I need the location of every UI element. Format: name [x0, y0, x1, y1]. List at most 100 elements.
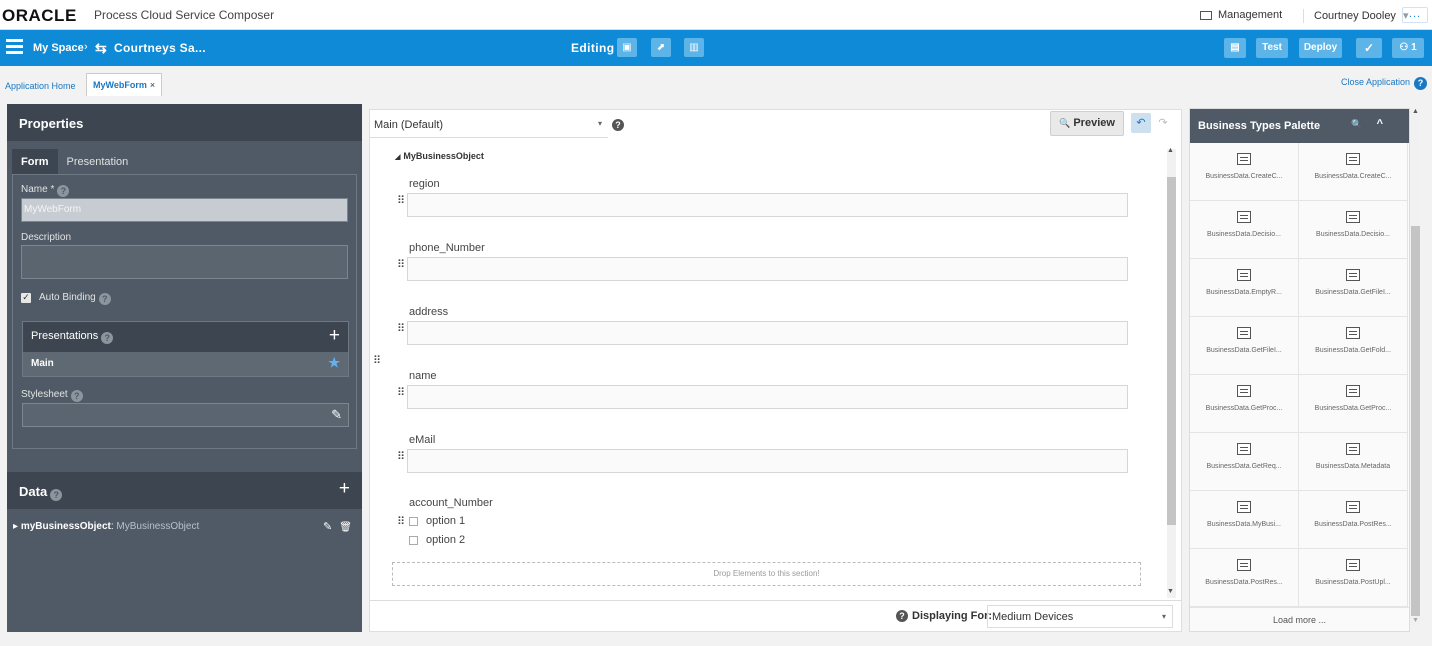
palette-item[interactable]: BusinessData.GetProc... — [1190, 375, 1299, 433]
tab-form[interactable]: Form — [12, 149, 58, 175]
stylesheet-field[interactable]: ✎ — [22, 403, 349, 427]
load-more-button[interactable]: Load more ... — [1190, 607, 1409, 631]
stylesheet-label: Stylesheet? — [21, 389, 83, 402]
management-link[interactable]: Management — [1200, 9, 1282, 21]
help-icon[interactable]: ? — [57, 185, 70, 197]
help-icon[interactable]: ? — [101, 332, 114, 344]
drop-zone[interactable]: Drop Elements to this section! — [392, 562, 1141, 586]
palette-item[interactable]: BusinessData.GetFileI... — [1299, 259, 1408, 317]
deploy-button[interactable]: Deploy — [1299, 38, 1342, 58]
scroll-up-icon[interactable]: ▲ — [1167, 147, 1174, 154]
save-icon[interactable]: ▣ — [617, 38, 637, 57]
palette-item[interactable]: BusinessData.PostRes... — [1299, 491, 1408, 549]
address-input[interactable] — [407, 321, 1128, 345]
auto-binding-checkbox[interactable]: ✓ — [21, 293, 31, 303]
trash-icon[interactable]: 🗑 — [339, 522, 352, 533]
palette-item-label: BusinessData.CreateC... — [1205, 173, 1283, 180]
collaborators-button[interactable]: ⚇ 1 — [1392, 38, 1424, 58]
palette-scrollbar[interactable] — [1411, 108, 1420, 626]
presentation-item-main[interactable]: Main ★ — [23, 352, 348, 376]
pencil-icon[interactable]: ✎ — [323, 521, 332, 533]
scroll-down-icon[interactable]: ▼ — [1167, 588, 1174, 595]
expand-icon[interactable]: ▸ — [13, 521, 18, 532]
palette-item[interactable]: BusinessData.EmptyR... — [1190, 259, 1299, 317]
name-field[interactable]: MyWebForm — [21, 198, 348, 222]
scroll-down-icon[interactable]: ▼ — [1412, 617, 1419, 624]
data-item[interactable]: ▸ myBusinessObject: MyBusinessObject — [13, 521, 199, 532]
chevron-up-icon[interactable]: ^ — [1377, 118, 1397, 130]
checkbox-option-1[interactable]: option 1 — [409, 515, 465, 527]
scroll-up-icon[interactable]: ▲ — [1412, 108, 1419, 115]
palette-item[interactable]: BusinessData.CreateC... — [1299, 143, 1408, 201]
more-options-button[interactable]: ... — [1402, 7, 1428, 23]
redo-icon[interactable]: ↷ — [1153, 113, 1173, 133]
validate-icon[interactable]: ✓ — [1356, 38, 1382, 58]
tab-presentation[interactable]: Presentation — [58, 149, 138, 175]
presentation-select[interactable]: Main (Default) ▾ — [370, 110, 608, 138]
breadcrumb-application[interactable]: Courtneys Sa... — [114, 41, 206, 55]
name-input[interactable] — [407, 385, 1128, 409]
field-label-phone-number: phone_Number — [409, 242, 485, 254]
expand-icon[interactable]: ◢ — [395, 154, 400, 161]
help-icon[interactable]: ? — [98, 293, 111, 305]
phone-number-input[interactable] — [407, 257, 1128, 281]
close-application-link[interactable]: Close Application — [1341, 77, 1410, 87]
palette-item[interactable]: BusinessData.MyBusi... — [1190, 491, 1299, 549]
undo-icon[interactable]: ↶ — [1131, 113, 1151, 133]
hamburger-menu-icon[interactable] — [6, 39, 23, 55]
publish-icon[interactable]: ⬈ — [651, 38, 671, 57]
checkbox-option-2[interactable]: option 2 — [409, 534, 465, 546]
search-icon[interactable]: 🔍 — [1351, 119, 1376, 129]
drag-handle-icon[interactable]: ⠿ — [397, 196, 405, 207]
star-icon[interactable]: ★ — [328, 355, 340, 371]
help-icon[interactable]: ? — [612, 119, 624, 131]
palette-item[interactable]: BusinessData.Decisio... — [1299, 201, 1408, 259]
user-menu[interactable]: Courtney Dooley ▾ — [1303, 9, 1409, 23]
palette-item[interactable]: BusinessData.GetFold... — [1299, 317, 1408, 375]
test-button[interactable]: Test — [1256, 38, 1288, 58]
drag-handle-icon[interactable]: ⠿ — [397, 324, 405, 335]
close-icon[interactable]: × — [150, 80, 155, 90]
drag-handle-icon[interactable]: ⠿ — [397, 517, 405, 528]
tab-mywebform[interactable]: MyWebForm × — [86, 73, 163, 96]
drag-handle-icon[interactable]: ⠿ — [373, 356, 381, 367]
section-header[interactable]: ◢ MyBusinessObject — [395, 151, 484, 161]
snapshot-icon[interactable]: ▤ — [1224, 38, 1246, 58]
description-label: Description — [21, 232, 72, 243]
palette-item[interactable]: BusinessData.Decisio... — [1190, 201, 1299, 259]
drag-handle-icon[interactable]: ⠿ — [397, 388, 405, 399]
breadcrumb-my-space[interactable]: My Space — [33, 42, 84, 54]
palette-item[interactable]: BusinessData.Metadata — [1299, 433, 1408, 491]
checkbox[interactable] — [409, 516, 418, 526]
palette-item[interactable]: BusinessData.GetFileI... — [1190, 317, 1299, 375]
help-icon[interactable]: ? — [896, 610, 908, 622]
add-data-icon[interactable]: + — [339, 478, 350, 500]
business-object-icon — [1237, 153, 1251, 165]
add-presentation-icon[interactable]: + — [329, 325, 340, 347]
drag-handle-icon[interactable]: ⠿ — [397, 452, 405, 463]
description-field[interactable] — [21, 245, 348, 279]
help-icon[interactable]: ? — [70, 390, 83, 402]
help-icon[interactable]: ? — [50, 489, 63, 501]
scrollbar-thumb[interactable] — [1411, 226, 1420, 616]
canvas-scrollbar[interactable] — [1167, 149, 1176, 598]
palette-item[interactable]: BusinessData.PostRes... — [1190, 549, 1299, 607]
palette-item[interactable]: BusinessData.PostUpl... — [1299, 549, 1408, 607]
help-icon[interactable]: ? — [1414, 77, 1427, 90]
product-name: Process Cloud Service Composer — [94, 8, 275, 22]
preview-button[interactable]: 🔍 Preview — [1050, 111, 1124, 136]
trash-icon[interactable]: ▥ — [684, 38, 704, 57]
pencil-icon[interactable]: ✎ — [331, 407, 342, 423]
region-input[interactable] — [407, 193, 1128, 217]
palette-item[interactable]: BusinessData.CreateC... — [1190, 143, 1299, 201]
palette-item-label: BusinessData.PostUpl... — [1315, 579, 1391, 586]
checkbox[interactable] — [409, 535, 418, 545]
device-select[interactable]: Medium Devices ▾ — [987, 605, 1173, 628]
tab-application-home[interactable]: Application Home — [5, 81, 76, 91]
email-input[interactable] — [407, 449, 1128, 473]
palette-item[interactable]: BusinessData.GetReq... — [1190, 433, 1299, 491]
business-object-icon — [1346, 153, 1360, 165]
palette-item[interactable]: BusinessData.GetProc... — [1299, 375, 1408, 433]
scrollbar-thumb[interactable] — [1167, 177, 1176, 525]
drag-handle-icon[interactable]: ⠿ — [397, 260, 405, 271]
